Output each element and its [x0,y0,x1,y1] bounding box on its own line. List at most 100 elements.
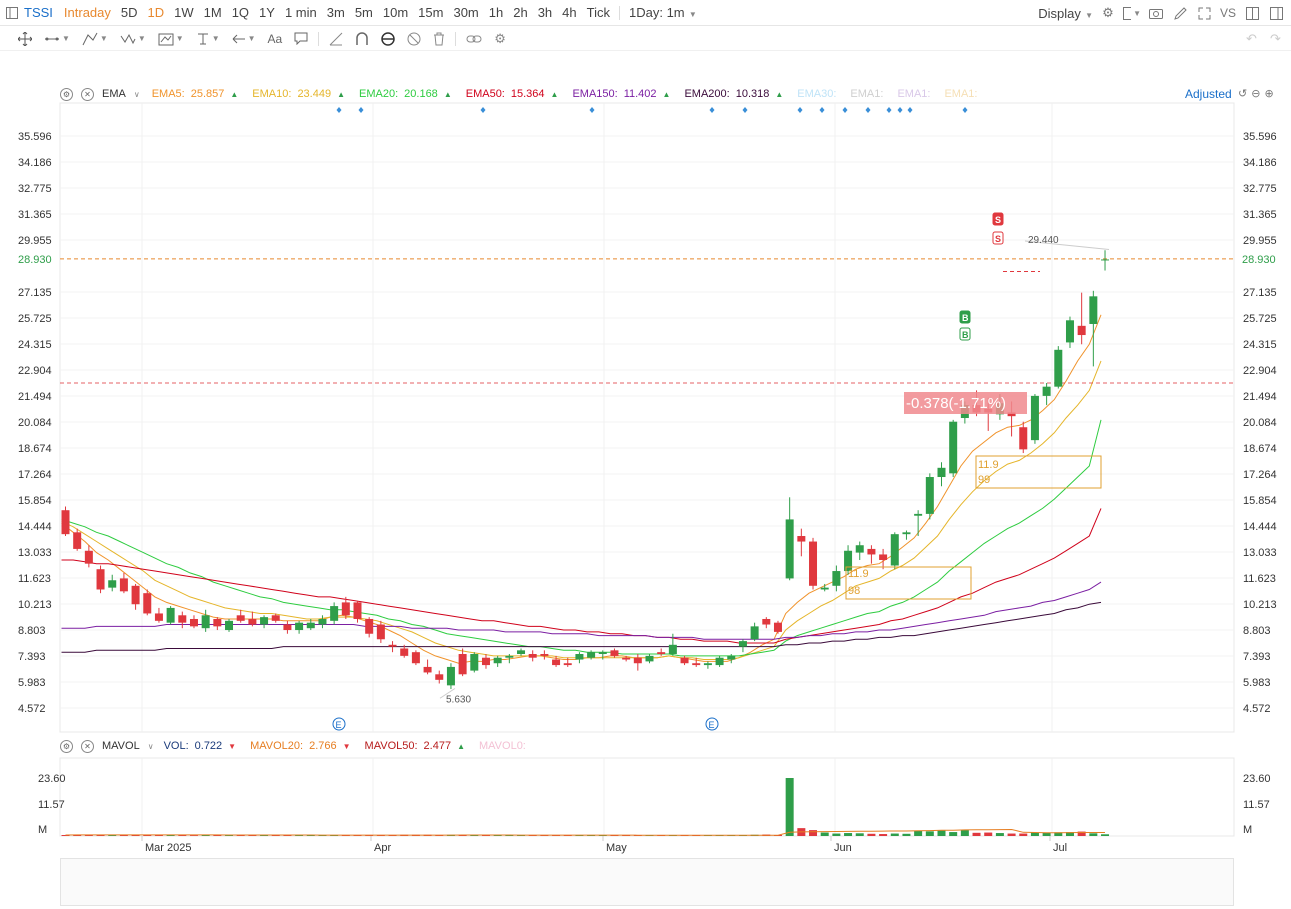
volume-bar [1101,834,1110,836]
price-axis-label-left: 31.365 [18,209,52,221]
price-axis-label-left: 32.775 [18,183,52,195]
price-axis-label-right: 18.674 [1243,443,1277,455]
candle-body [809,541,818,586]
price-chart[interactable]: 35.596 35.596 34.186 34.186 32.775 32.775 31.3… [0,0,1291,909]
candle-body [668,644,677,655]
candle-body [692,663,701,666]
price-axis-label-right: 29.955 [1243,235,1277,247]
price-axis-label-right: 21.494 [1243,391,1277,403]
candle-body [867,548,876,555]
price-axis-label-right: 17.264 [1243,469,1277,481]
price-pane-frame [59,102,1235,733]
candle-body [598,652,607,655]
candle-body [400,648,409,656]
volume-axis-label-right: 23.60 [1243,773,1271,785]
price-axis-label-right: 13.033 [1243,547,1277,559]
candle-body [341,602,350,616]
price-axis-label-left: 10.213 [18,599,52,611]
event-diamond-icon[interactable] [962,107,968,113]
price-axis-label-right: 4.572 [1243,703,1271,715]
candle-body [575,654,584,660]
price-axis-label-left: 27.135 [18,287,52,299]
price-axis-label-right: 20.084 [1243,417,1277,429]
candle-body [470,654,479,671]
candle-body [517,650,526,655]
event-diamond-icon[interactable] [358,107,364,113]
price-axis-label-right: 24.315 [1243,339,1277,351]
volume-bar [984,832,993,836]
price-axis-label-right: 31.365 [1243,209,1277,221]
volume-bar [855,833,864,836]
trade-marker-label: S [995,215,1001,225]
price-axis-label-right: 8.803 [1243,625,1271,637]
candle-body [119,578,128,592]
candle-body [1030,395,1039,441]
candle-body [423,666,432,673]
event-diamond-icon[interactable] [897,107,903,113]
candle-body [458,654,467,675]
candle-body [283,624,292,631]
candle-body [879,554,888,560]
volume-pane-frame [59,757,1235,837]
event-diamond-icon[interactable] [589,107,595,113]
price-axis-label-right: 34.186 [1243,157,1277,169]
candle-body [154,613,163,621]
x-axis-label: Jul [1053,842,1067,854]
x-axis-label: Mar 2025 [145,842,191,854]
event-diamond-icon[interactable] [336,107,342,113]
candle-body [481,657,490,666]
candle-body [703,663,712,666]
candle-body [680,657,689,664]
annotation-box-text: 99 [978,474,990,486]
event-diamond-icon[interactable] [742,107,748,113]
price-axis-label-right: 27.135 [1243,287,1277,299]
event-diamond-icon[interactable] [709,107,715,113]
candle-body [96,569,105,590]
volume-bar [1019,833,1028,836]
candle-body [540,654,549,656]
candle-body [1054,349,1063,387]
trade-marker-label: S [995,234,1001,244]
price-axis-label-left: 4.572 [18,703,46,715]
candle-body [61,510,70,535]
trade-marker-label: B [962,313,969,323]
price-axis-label-left: 21.494 [18,391,52,403]
price-axis-label-left: 35.596 [18,131,52,143]
annotation-box-text: 11.9 [848,568,869,580]
price-axis-label-left: 22.904 [18,365,52,377]
candle-body [365,618,374,634]
candle-body [937,467,946,478]
candle-body [201,615,210,629]
candle-body [271,615,280,621]
event-diamond-icon[interactable] [842,107,848,113]
candle-body [295,622,304,631]
price-axis-label-right: 25.725 [1243,313,1277,325]
price-axis-label-left: 5.983 [18,677,46,689]
volume-bar [867,833,876,836]
candle-body [213,618,222,627]
volume-bar [960,830,969,836]
candle-body [832,571,841,586]
price-axis-label-left: 17.264 [18,469,52,481]
candle-body [1101,259,1110,261]
candle-body [563,663,572,666]
event-diamond-icon[interactable] [819,107,825,113]
event-diamond-icon[interactable] [797,107,803,113]
candle-body [306,622,315,629]
candle-body [657,652,666,655]
mavol20-line [65,828,1105,836]
price-axis-label-left: 8.803 [18,625,46,637]
event-diamond-icon[interactable] [886,107,892,113]
event-diamond-icon[interactable] [480,107,486,113]
volume-bar [1007,833,1016,836]
event-diamond-icon[interactable] [907,107,913,113]
price-axis-label-left: 20.084 [18,417,52,429]
annotation-box-text: 11.9 [978,459,999,471]
volume-bar [890,833,899,836]
current-price-tag-right: 28.930 [1242,254,1276,266]
event-diamond-icon[interactable] [865,107,871,113]
candle-body [773,622,782,632]
candle-body [925,477,934,514]
candle-body [645,655,654,662]
range-navigator[interactable] [60,858,1234,906]
